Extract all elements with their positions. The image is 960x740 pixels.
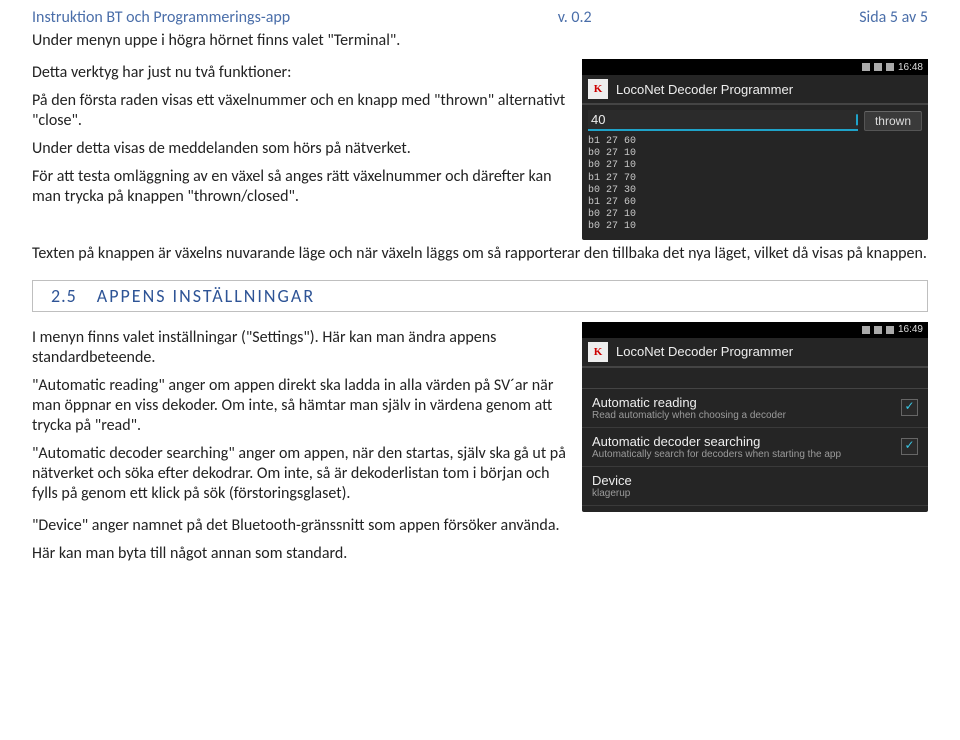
app-icon: K	[588, 342, 608, 362]
app-bar: K LocoNet Decoder Programmer	[582, 338, 928, 368]
header-left: Instruktion BT och Programmerings-app	[32, 8, 290, 27]
p6: "Device" anger namnet på det Bluetooth-g…	[32, 516, 928, 536]
log-line: b0 27 10	[588, 148, 922, 160]
setting-label: Automatic decoder searching	[592, 434, 901, 449]
log-line: b0 27 10	[588, 209, 922, 221]
block2-p1: I menyn finns valet inställningar ("Sett…	[32, 328, 568, 368]
section-number: 2.5	[33, 281, 97, 311]
log-line: b1 27 60	[588, 197, 922, 209]
setting-desc: Read automaticly when choosing a decoder	[592, 410, 901, 421]
log-output: b1 27 60 b0 27 10 b0 27 10 b1 27 70 b0 2…	[582, 134, 928, 240]
block2-p3: "Automatic decoder searching" anger om a…	[32, 444, 568, 504]
settings-screenshot: 16:49 K LocoNet Decoder Programmer Autom…	[582, 322, 928, 512]
block1-p2: På den första raden visas ett växelnumme…	[32, 91, 568, 131]
turnout-number-input[interactable]: 40	[588, 110, 858, 131]
log-line: b1 27 60	[588, 136, 922, 148]
signal-icon	[874, 63, 882, 71]
block2-p2: "Automatic reading" anger om appen direk…	[32, 376, 568, 436]
section-title: APPENS INSTÄLLNINGAR	[97, 281, 315, 311]
header-page: Sida 5 av 5	[859, 8, 928, 27]
bluetooth-icon	[862, 326, 870, 334]
setting-automatic-reading[interactable]: Automatic reading Read automaticly when …	[582, 389, 928, 428]
status-time: 16:48	[898, 62, 923, 73]
setting-label: Automatic reading	[592, 395, 901, 410]
setting-desc: Automatically search for decoders when s…	[592, 449, 901, 460]
block1-p3: Under detta visas de meddelanden som hör…	[32, 139, 568, 159]
android-statusbar: 16:49	[582, 322, 928, 338]
doc-header: Instruktion BT och Programmerings-app v.…	[32, 8, 928, 27]
block1-p4: För att testa omläggning av en växel så …	[32, 167, 568, 207]
android-statusbar: 16:48	[582, 59, 928, 75]
settings-divider	[582, 368, 928, 389]
setting-label: Device	[592, 473, 918, 488]
app-icon: K	[588, 79, 608, 99]
log-line: b1 27 70	[588, 173, 922, 185]
setting-automatic-searching[interactable]: Automatic decoder searching Automaticall…	[582, 428, 928, 467]
checkbox-checked-icon[interactable]: ✓	[901, 399, 918, 416]
battery-icon	[886, 326, 894, 334]
signal-icon	[874, 326, 882, 334]
section-heading: 2.5 APPENS INSTÄLLNINGAR	[32, 280, 928, 312]
log-line: b0 27 10	[588, 221, 922, 233]
terminal-screenshot: 16:48 K LocoNet Decoder Programmer 40 th…	[582, 59, 928, 240]
app-title: LocoNet Decoder Programmer	[616, 344, 793, 359]
log-line: b0 27 30	[588, 185, 922, 197]
checkbox-checked-icon[interactable]: ✓	[901, 438, 918, 455]
thrown-button[interactable]: thrown	[864, 111, 922, 131]
setting-device[interactable]: Device klagerup	[582, 467, 928, 506]
p5: Texten på knappen är växelns nuvarande l…	[32, 244, 928, 264]
header-version: v. 0.2	[558, 8, 592, 27]
setting-desc: klagerup	[592, 488, 918, 499]
app-title: LocoNet Decoder Programmer	[616, 82, 793, 97]
battery-icon	[886, 63, 894, 71]
app-bar: K LocoNet Decoder Programmer	[582, 75, 928, 105]
p7: Här kan man byta till något annan som st…	[32, 544, 928, 564]
intro-text: Under menyn uppe i högra hörnet finns va…	[32, 31, 928, 51]
status-time: 16:49	[898, 324, 923, 335]
bluetooth-icon	[862, 63, 870, 71]
log-line: b0 27 10	[588, 160, 922, 172]
block1-p1: Detta verktyg har just nu två funktioner…	[32, 63, 568, 83]
